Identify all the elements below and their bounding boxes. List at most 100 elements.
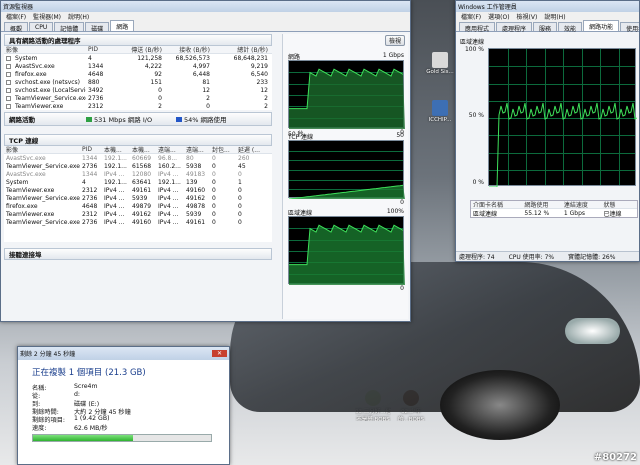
col-header[interactable]: 影像 [4, 46, 86, 53]
tab-cpu[interactable]: CPU [29, 22, 54, 31]
col-header[interactable]: 連結速度 [562, 201, 602, 208]
checkbox[interactable] [6, 63, 11, 69]
table-row[interactable]: AvastSvc.exe 1344 4,222 4,997 9,219 [4, 62, 272, 70]
col-header[interactable]: 遠端... [184, 146, 210, 153]
checkbox[interactable] [6, 95, 11, 101]
checkbox[interactable] [6, 79, 11, 85]
menu-file[interactable]: 檔案(F) [461, 12, 481, 21]
col-header[interactable]: 介面卡名稱 [471, 201, 522, 208]
col-header[interactable]: 影像 [4, 146, 80, 153]
section-network-activity[interactable]: 網路活動 531 Mbps 網路 I/O 54% 網路使用 [4, 112, 272, 126]
menu-help[interactable]: 說明(H) [544, 12, 565, 21]
tab-performance[interactable]: 效能 [558, 22, 583, 33]
rm-graph-2 [288, 216, 405, 285]
cell: 92 [154, 70, 162, 78]
table-row[interactable]: TeamViewer_Service.exe 2736 0 2 2 [4, 94, 272, 102]
table-row[interactable]: System 4 192.1... 63641 192.1... 139 0 1 [4, 178, 272, 186]
col-header[interactable]: PID [86, 46, 116, 53]
col-header[interactable]: 遠端... [156, 146, 184, 153]
col-header[interactable]: PID [80, 146, 102, 153]
checkbox[interactable] [6, 103, 11, 109]
desktop-icon-label: Gold Sis... [426, 69, 454, 75]
cell: 5938 [186, 162, 202, 170]
left-pane: 具有網路活動的處理程序 影像 PID 傳送 (B/秒) 接收 (B/秒) 總計 (B/秒… [4, 34, 272, 260]
cell: 2 [206, 94, 210, 102]
cell: 260 [238, 154, 250, 162]
tab-applications[interactable]: 應用程式 [459, 22, 496, 33]
table-row[interactable]: 區域連線 55.12 % 1 Gbps 已連線 [471, 209, 637, 218]
menu-file[interactable]: 檔案(F) [6, 12, 26, 21]
cell: 49161 [132, 186, 152, 194]
section-processes[interactable]: 具有網路活動的處理程序 [4, 34, 272, 46]
table-row[interactable]: TeamViewer.exe 2312 IPv4 ... 49161 IPv4 ... 4… [4, 186, 272, 194]
tm-graph-group: 區域連線 100 % 50 % 0 % [460, 37, 637, 187]
app-icon [432, 100, 448, 116]
menu-view[interactable]: 檢視(V) [517, 12, 538, 21]
menu-help[interactable]: 說明(H) [68, 12, 89, 21]
table-row[interactable]: svchost.exe (LocalServiceAn...3492 0 12 12 [4, 86, 272, 94]
cell: 0 [158, 94, 162, 102]
tab-processes[interactable]: 處理程序 [496, 22, 533, 33]
adapter-table: 介面卡名稱 網路使用 連結速度 狀態 區域連線 55.12 % 1 Gbps 已… [470, 200, 638, 218]
desktop-icon-2[interactable]: ICCHIP... [425, 100, 455, 123]
cell: 0 [238, 202, 242, 210]
table-row[interactable]: TeamViewer_Service.exe 2736 192.1... 61568 1… [4, 162, 272, 170]
table-row[interactable]: TeamViewer.exe 2312 2 0 2 [4, 102, 272, 110]
progress-fill [33, 435, 133, 441]
tab-users[interactable]: 使用者 [620, 22, 639, 33]
table-row[interactable]: TeamViewer_Service.exe 2736 IPv4 ... 5939 IP… [4, 194, 272, 202]
detail-label: 到: [32, 401, 41, 408]
cell: IPv4 ... [104, 170, 125, 178]
tab-network[interactable]: 網路 [110, 20, 135, 31]
table-header: 影像 PID 傳送 (B/秒) 接收 (B/秒) 總計 (B/秒) [4, 46, 272, 54]
table-row[interactable]: TeamViewer_Service.exe 2736 IPv4 ... 49160 I… [4, 218, 272, 226]
tab-disk[interactable]: 磁碟 [85, 22, 110, 33]
table-row[interactable]: firefox.exe 4648 92 6,448 6,540 [4, 70, 272, 78]
col-header[interactable]: 接收 (B/秒) [164, 46, 212, 53]
close-icon[interactable]: ✕ [211, 350, 227, 357]
checkbox[interactable] [6, 87, 11, 93]
menu-monitor[interactable]: 監視器(M) [33, 12, 61, 21]
col-header[interactable]: 傳送 (B/秒) [116, 46, 164, 53]
cell: IPv4 ... [158, 170, 179, 178]
table-row[interactable]: firefox.exe 4648 IPv4 ... 49879 IPv4 ... 4987… [4, 202, 272, 210]
checkbox[interactable] [6, 71, 11, 77]
section-title: 接聽連接埠 [9, 251, 42, 259]
cell: 4648 [82, 202, 98, 210]
col-header[interactable]: 狀態 [601, 201, 637, 208]
section-tcp[interactable]: TCP 連線 [4, 134, 272, 146]
title-bar: Windows 工作管理員 [456, 1, 639, 12]
graph-trace [289, 184, 405, 199]
tab-services[interactable]: 服務 [533, 22, 558, 33]
cell: 2736 [82, 162, 98, 170]
col-header[interactable]: 封包... [210, 146, 236, 153]
col-header[interactable]: 網路使用 [522, 201, 562, 208]
y-label: 0 % [472, 179, 484, 186]
cell: TeamViewer_Service.exe [6, 194, 80, 202]
desktop-icon-1[interactable]: Gold Sis... [425, 52, 455, 75]
section-title: TCP 連線 [9, 137, 39, 145]
view-button[interactable]: 檢視 [384, 34, 405, 46]
col-header[interactable]: 總計 (B/秒) [212, 46, 270, 53]
menu-options[interactable]: 選項(O) [488, 12, 509, 21]
table-row[interactable]: svchost.exe (netsvcs) 880 151 81 233 [4, 78, 272, 86]
table-row[interactable]: System 4 121,258 68,526,573 68,648,231 [4, 54, 272, 62]
tab-overview[interactable]: 概觀 [4, 22, 29, 33]
detail-value: d: [74, 391, 81, 398]
cell: 49162 [132, 210, 152, 218]
checkbox[interactable] [6, 55, 11, 61]
window-title: Windows 工作管理員 [458, 4, 517, 11]
cell: 4 [88, 54, 92, 62]
graph-min: 0 [400, 285, 404, 292]
cell: 880 [88, 78, 100, 86]
section-listening-ports[interactable]: 接聽連接埠 [4, 248, 272, 260]
col-header[interactable]: 本機... [102, 146, 130, 153]
col-header[interactable]: 延遲 (... [236, 146, 262, 153]
table-row[interactable]: TeamViewer.exe 2312 IPv4 ... 49162 IPv4 ... 5… [4, 210, 272, 218]
tab-memory[interactable]: 記憶體 [54, 22, 85, 33]
tab-networking[interactable]: 網路功能 [583, 20, 620, 31]
cell: 2 [264, 94, 268, 102]
table-row[interactable]: AvastSvc.exe 1344 IPv4 ... 12080 IPv4 ... 491… [4, 170, 272, 178]
col-header[interactable]: 本機... [130, 146, 156, 153]
table-row[interactable]: AvastSvc.exe 1344 192.1... 60669 96.8... 80 0 2… [4, 154, 272, 162]
